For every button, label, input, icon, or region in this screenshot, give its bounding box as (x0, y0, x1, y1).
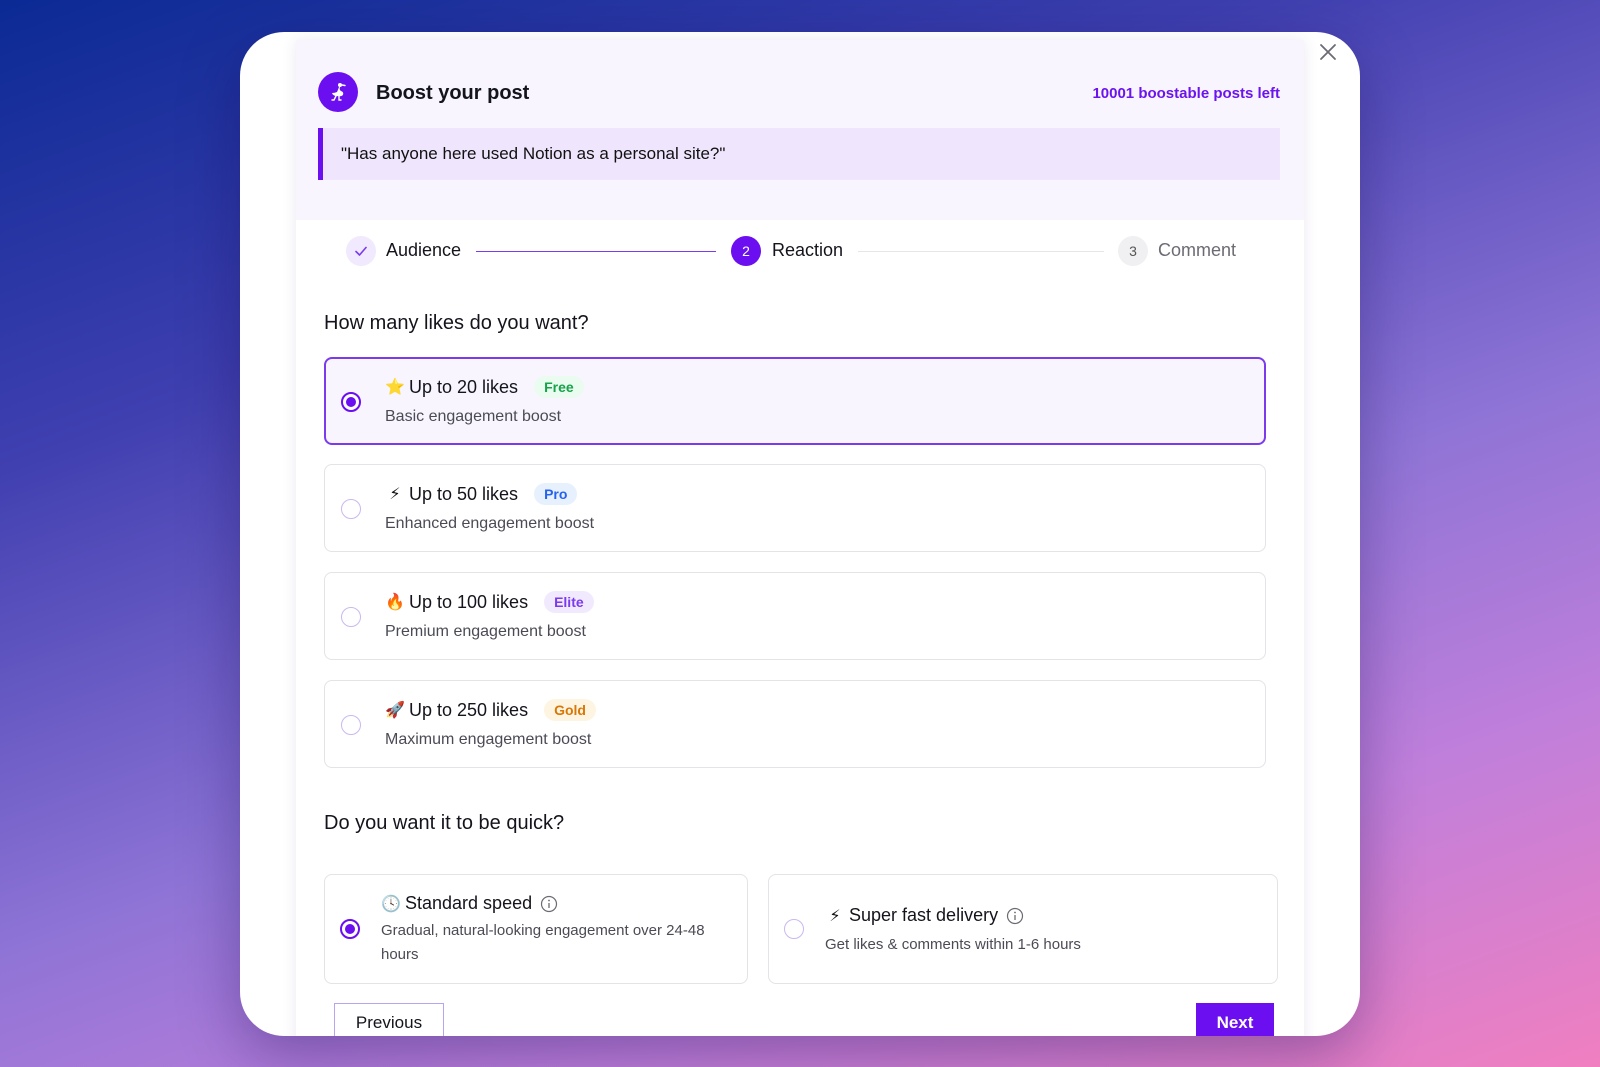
dialog-title: Boost your post (376, 82, 530, 104)
next-button[interactable]: Next (1196, 1003, 1274, 1036)
likes-option-description: Premium engagement boost (385, 623, 586, 640)
rocket-icon: 🚀 (385, 702, 405, 719)
likes-radio-100[interactable] (341, 607, 361, 627)
close-button[interactable] (1314, 38, 1342, 66)
likes-option-title: Up to 100 likes (409, 591, 529, 612)
likes-radio-250[interactable] (341, 715, 361, 735)
posts-left-count: 10001 boostable posts left (1092, 85, 1280, 102)
speed-option-description: Get likes & comments within 1-6 hours (825, 936, 1081, 953)
fire-icon: 🔥 (385, 594, 405, 611)
post-quote: "Has anyone here used Notion as a person… (318, 128, 1280, 180)
boost-dialog-window: Boost your post 10001 boostable posts le… (240, 32, 1360, 1036)
speed-radio-standard[interactable] (340, 919, 360, 939)
post-quote-text: "Has anyone here used Notion as a person… (341, 144, 726, 163)
speed-option-standard[interactable]: 🕓 Standard speed Gradual, natural-lookin… (324, 874, 748, 984)
info-icon[interactable] (1006, 907, 1024, 925)
step-reaction-number[interactable]: 2 (731, 236, 761, 266)
speed-option-title: Standard speed (405, 893, 533, 913)
dialog-header: Boost your post 10001 boostable posts le… (296, 40, 1304, 220)
likes-option-100[interactable]: 🔥 Up to 100 likes Elite Premium engageme… (324, 572, 1266, 660)
likes-option-description: Basic engagement boost (385, 408, 562, 425)
likes-radio-20[interactable] (341, 392, 361, 412)
info-icon[interactable] (540, 895, 558, 913)
lightning-icon: ⚡ (829, 907, 841, 925)
speed-question: Do you want it to be quick? (324, 812, 565, 834)
speed-option-title: Super fast delivery (849, 905, 999, 925)
likes-option-250[interactable]: 🚀 Up to 250 likes Gold Maximum engagemen… (324, 680, 1266, 768)
speed-option-super-fast[interactable]: ⚡ Super fast delivery Get likes & commen… (768, 874, 1278, 984)
likes-option-description: Enhanced engagement boost (385, 515, 595, 532)
step-reaction-label[interactable]: Reaction (772, 240, 843, 261)
star-icon: ⭐ (385, 379, 405, 396)
step-audience-label[interactable]: Audience (386, 240, 461, 261)
likes-radio-50[interactable] (341, 499, 361, 519)
step-comment-number[interactable]: 3 (1118, 236, 1148, 266)
clock-icon: 🕓 (381, 895, 401, 913)
previous-button[interactable]: Previous (334, 1003, 444, 1036)
step-comment-label[interactable]: Comment (1158, 240, 1236, 261)
badge-gold: Gold (544, 699, 596, 721)
step-connector-2 (858, 251, 1104, 252)
speed-option-description: Gradual, natural-looking engagement over… (381, 922, 705, 963)
likes-option-title: Up to 250 likes (409, 699, 529, 720)
close-icon (1320, 44, 1336, 60)
likes-option-50[interactable]: ⚡ Up to 50 likes Pro Enhanced engagement… (324, 464, 1266, 552)
badge-elite: Elite (544, 591, 594, 613)
step-audience-check-icon[interactable] (346, 236, 376, 266)
likes-question: How many likes do you want? (324, 312, 589, 334)
likes-option-title: Up to 20 likes (409, 376, 519, 397)
lightning-icon: ⚡ (389, 486, 401, 503)
badge-free: Free (534, 376, 584, 398)
likes-option-20[interactable]: ⭐ Up to 20 likes Free Basic engagement b… (324, 357, 1266, 445)
likes-option-description: Maximum engagement boost (385, 731, 592, 748)
speed-radio-super-fast[interactable] (784, 919, 804, 939)
progress-stepper: Audience 2 Reaction 3 Comment (296, 220, 1304, 280)
boost-panel: Boost your post 10001 boostable posts le… (296, 40, 1304, 1036)
likes-option-title: Up to 50 likes (409, 483, 519, 504)
badge-pro: Pro (534, 483, 578, 505)
ostrich-logo-icon (318, 72, 358, 112)
step-connector-1 (476, 251, 716, 252)
